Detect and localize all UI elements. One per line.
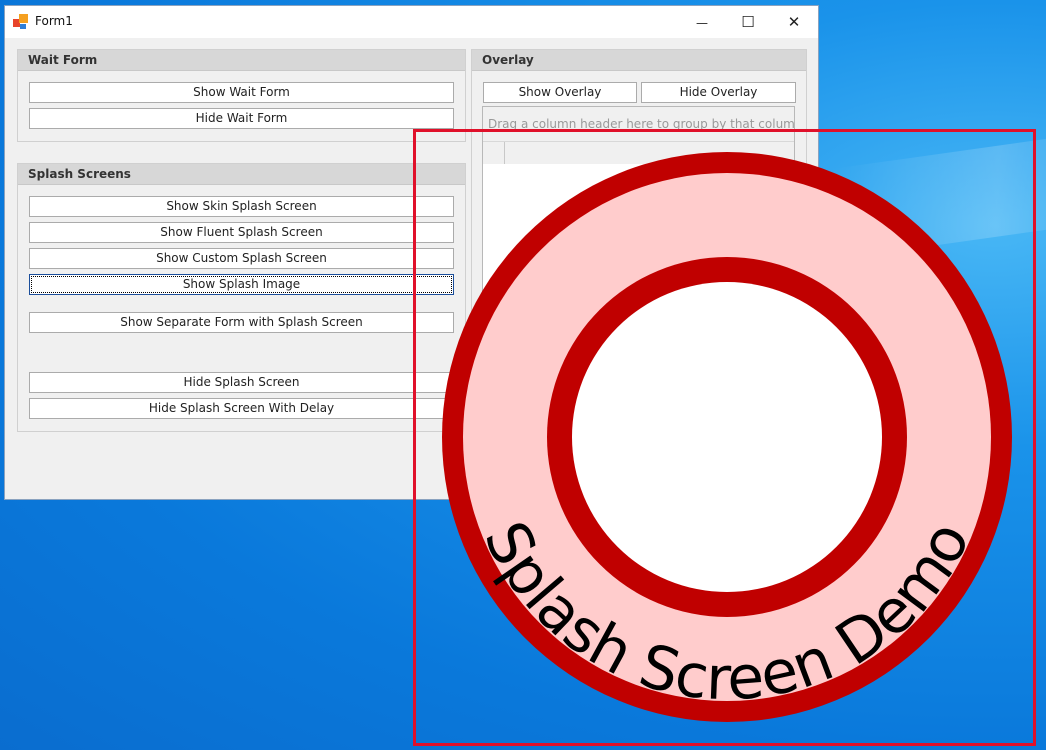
overlay-header: Overlay: [472, 50, 806, 71]
minimize-button[interactable]: —: [679, 6, 725, 38]
show-separate-form-button[interactable]: Show Separate Form with Splash Screen: [29, 312, 454, 333]
maximize-button[interactable]: ☐: [725, 6, 771, 38]
show-fluent-splash-button[interactable]: Show Fluent Splash Screen: [29, 222, 454, 243]
splash-center: [572, 282, 882, 592]
show-custom-splash-button[interactable]: Show Custom Splash Screen: [29, 248, 454, 269]
app-icon: [13, 14, 29, 30]
window-title: Form1: [35, 14, 73, 28]
splash-screens-group: Splash Screens Show Skin Splash Screen S…: [17, 163, 466, 432]
show-skin-splash-button[interactable]: Show Skin Splash Screen: [29, 196, 454, 217]
hide-splash-button[interactable]: Hide Splash Screen: [29, 372, 454, 393]
maximize-icon: ☐: [741, 13, 755, 31]
splash-image: Splash Screen Demo: [442, 152, 1012, 722]
hide-splash-delay-button[interactable]: Hide Splash Screen With Delay: [29, 398, 454, 419]
minimize-icon: —: [696, 16, 708, 30]
hide-overlay-button[interactable]: Hide Overlay: [641, 82, 796, 103]
close-icon: ✕: [787, 13, 801, 31]
show-wait-form-button[interactable]: Show Wait Form: [29, 82, 454, 103]
wait-form-header: Wait Form: [18, 50, 465, 71]
splash-screens-header: Splash Screens: [18, 164, 465, 185]
hide-wait-form-button[interactable]: Hide Wait Form: [29, 108, 454, 129]
close-button[interactable]: ✕: [771, 6, 817, 38]
title-bar: Form1 — ☐ ✕: [5, 6, 818, 38]
show-splash-image-button[interactable]: Show Splash Image: [29, 274, 454, 295]
wait-form-group: Wait Form Show Wait Form Hide Wait Form: [17, 49, 466, 142]
show-overlay-button[interactable]: Show Overlay: [483, 82, 637, 103]
splash-image-frame: Splash Screen Demo: [413, 129, 1036, 746]
